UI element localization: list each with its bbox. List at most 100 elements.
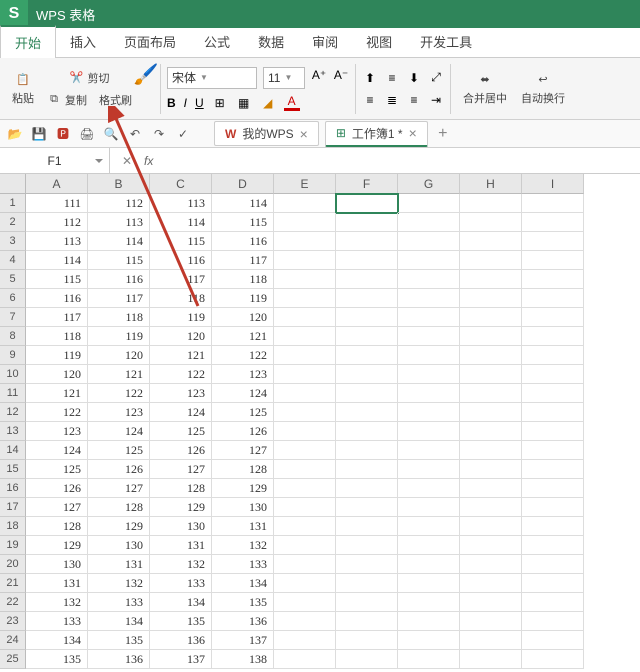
cell[interactable] xyxy=(336,498,398,517)
cell[interactable]: 123 xyxy=(150,384,212,403)
cell[interactable] xyxy=(460,270,522,289)
row-header-2[interactable]: 2 xyxy=(0,213,26,232)
row-header-17[interactable]: 17 xyxy=(0,498,26,517)
col-header-G[interactable]: G xyxy=(398,174,460,194)
menu-tab-0[interactable]: 开始 xyxy=(0,25,56,58)
bold-button[interactable]: B xyxy=(167,96,176,110)
cell[interactable] xyxy=(398,441,460,460)
cell[interactable] xyxy=(460,460,522,479)
cell[interactable]: 127 xyxy=(150,460,212,479)
cell[interactable]: 117 xyxy=(212,251,274,270)
cell[interactable] xyxy=(398,365,460,384)
indent-icon[interactable]: ⇥ xyxy=(428,92,444,108)
cell[interactable]: 121 xyxy=(88,365,150,384)
col-header-D[interactable]: D xyxy=(212,174,274,194)
cell[interactable]: 132 xyxy=(150,555,212,574)
cell[interactable]: 131 xyxy=(212,517,274,536)
paste-button[interactable]: 📋 粘贴 xyxy=(6,70,40,108)
cell[interactable]: 113 xyxy=(88,213,150,232)
row-header-4[interactable]: 4 xyxy=(0,251,26,270)
cell[interactable]: 124 xyxy=(212,384,274,403)
cell[interactable] xyxy=(274,498,336,517)
cell[interactable]: 131 xyxy=(88,555,150,574)
cell[interactable] xyxy=(398,593,460,612)
cell[interactable] xyxy=(522,194,584,213)
cell[interactable]: 121 xyxy=(212,327,274,346)
cell[interactable] xyxy=(398,289,460,308)
cell[interactable]: 125 xyxy=(212,403,274,422)
cell[interactable] xyxy=(336,612,398,631)
cell[interactable] xyxy=(274,536,336,555)
col-header-C[interactable]: C xyxy=(150,174,212,194)
cell[interactable] xyxy=(522,574,584,593)
cell[interactable]: 130 xyxy=(88,536,150,555)
cell[interactable]: 133 xyxy=(88,593,150,612)
cell[interactable]: 115 xyxy=(26,270,88,289)
cell[interactable]: 130 xyxy=(26,555,88,574)
cell[interactable]: 136 xyxy=(150,631,212,650)
cell[interactable] xyxy=(460,422,522,441)
cell[interactable] xyxy=(398,574,460,593)
menu-tab-4[interactable]: 数据 xyxy=(244,26,298,57)
cell[interactable] xyxy=(336,384,398,403)
close-icon[interactable]: × xyxy=(300,127,308,141)
cancel-icon[interactable]: ✕ xyxy=(118,152,136,170)
cell[interactable] xyxy=(460,574,522,593)
cell[interactable]: 117 xyxy=(150,270,212,289)
orientation-icon[interactable]: ⤢ xyxy=(428,70,444,86)
font-select[interactable]: 宋体▼ xyxy=(167,67,257,89)
cell[interactable] xyxy=(398,479,460,498)
align-right-icon[interactable]: ≡ xyxy=(406,92,422,108)
cell[interactable] xyxy=(336,479,398,498)
cell[interactable] xyxy=(274,574,336,593)
cell[interactable]: 122 xyxy=(212,346,274,365)
cell[interactable]: 113 xyxy=(150,194,212,213)
cell[interactable] xyxy=(398,612,460,631)
brush-icon[interactable]: 🖌️ xyxy=(138,66,154,82)
select-all-corner[interactable] xyxy=(0,174,26,194)
checkmark-icon[interactable]: ✓ xyxy=(174,125,192,143)
increase-font-icon[interactable]: A⁺ xyxy=(311,67,327,83)
cell[interactable] xyxy=(522,460,584,479)
cell[interactable] xyxy=(274,517,336,536)
cell[interactable] xyxy=(274,479,336,498)
cell[interactable]: 132 xyxy=(88,574,150,593)
cell[interactable]: 122 xyxy=(150,365,212,384)
cell[interactable]: 116 xyxy=(212,232,274,251)
cell[interactable] xyxy=(522,365,584,384)
cell[interactable]: 134 xyxy=(150,593,212,612)
cell[interactable]: 132 xyxy=(212,536,274,555)
cell[interactable]: 128 xyxy=(26,517,88,536)
fill-color-icon[interactable]: ▦ xyxy=(236,95,252,111)
font-color-icon[interactable]: A xyxy=(284,95,300,111)
cell[interactable]: 136 xyxy=(88,650,150,669)
cell[interactable]: 115 xyxy=(212,213,274,232)
cell[interactable]: 126 xyxy=(212,422,274,441)
row-header-21[interactable]: 21 xyxy=(0,574,26,593)
cell[interactable]: 123 xyxy=(26,422,88,441)
cell[interactable] xyxy=(398,403,460,422)
cell[interactable] xyxy=(398,308,460,327)
cell[interactable] xyxy=(460,517,522,536)
cell[interactable] xyxy=(460,555,522,574)
cell[interactable] xyxy=(398,232,460,251)
cell[interactable] xyxy=(336,213,398,232)
menu-tab-1[interactable]: 插入 xyxy=(56,26,110,57)
cell[interactable] xyxy=(460,346,522,365)
align-middle-icon[interactable]: ≡ xyxy=(384,70,400,86)
cell[interactable]: 120 xyxy=(88,346,150,365)
cell[interactable]: 122 xyxy=(88,384,150,403)
cell[interactable]: 123 xyxy=(88,403,150,422)
menu-tab-3[interactable]: 公式 xyxy=(190,26,244,57)
cell[interactable] xyxy=(336,536,398,555)
cell[interactable] xyxy=(398,422,460,441)
cell[interactable]: 114 xyxy=(212,194,274,213)
cell[interactable] xyxy=(398,213,460,232)
cell[interactable]: 125 xyxy=(26,460,88,479)
row-header-23[interactable]: 23 xyxy=(0,612,26,631)
cell[interactable]: 125 xyxy=(150,422,212,441)
cell[interactable] xyxy=(460,384,522,403)
tab-workbook[interactable]: ⊞ 工作簿1 * × xyxy=(325,121,428,147)
merge-center-button[interactable]: ⬌ 合并居中 xyxy=(457,70,513,108)
cell[interactable] xyxy=(336,194,398,213)
